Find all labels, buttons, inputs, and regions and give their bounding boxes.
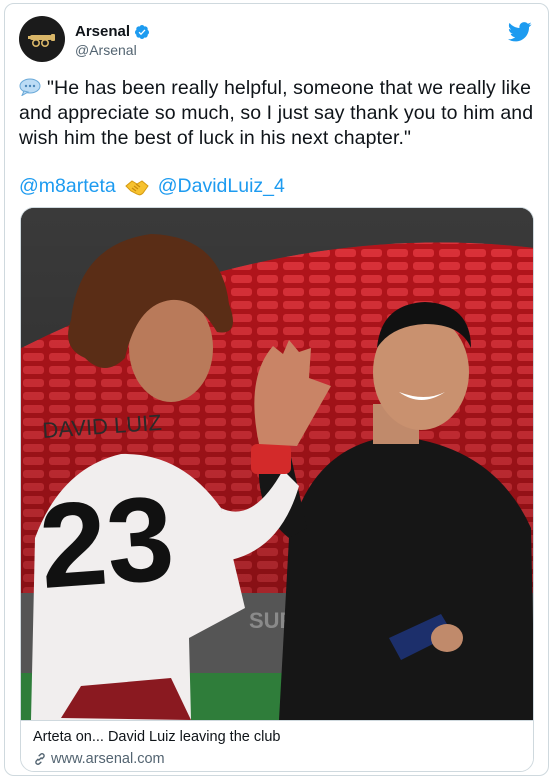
card-photo[interactable]: SUPP DAVID LUIZ 23 xyxy=(21,208,534,720)
speech-balloon-icon xyxy=(19,78,41,96)
card-domain-row: www.arsenal.com xyxy=(33,751,523,767)
avatar[interactable] xyxy=(19,16,65,62)
tweet-card[interactable]: Arsenal @Arsenal "He has been really hel… xyxy=(4,3,549,776)
handshake-icon xyxy=(125,179,149,195)
mentions-row: @m8arteta @DavidLuiz_4 xyxy=(19,175,285,198)
tweet-header: Arsenal @Arsenal xyxy=(19,16,534,64)
card-footer[interactable]: Arteta on... David Luiz leaving the club… xyxy=(21,720,533,771)
card-title[interactable]: Arteta on... David Luiz leaving the club xyxy=(33,729,523,745)
cannon-logo-icon xyxy=(28,34,55,47)
tweet-text-block: "He has been really helpful, someone tha… xyxy=(19,76,539,151)
verified-badge-icon xyxy=(135,24,150,39)
twitter-bird-icon[interactable] xyxy=(508,22,532,42)
link-icon xyxy=(35,753,45,765)
mention-davidluiz[interactable]: @DavidLuiz_4 xyxy=(158,175,285,198)
tweet-text: "He has been really helpful, someone tha… xyxy=(19,77,534,149)
link-card[interactable]: SUPP DAVID LUIZ 23 Arteta on... David Lu… xyxy=(20,207,534,772)
display-name[interactable]: Arsenal xyxy=(75,23,130,40)
handle[interactable]: @Arsenal xyxy=(75,42,150,58)
mention-m8arteta[interactable]: @m8arteta xyxy=(19,175,116,198)
jersey-number: 23 xyxy=(35,471,178,614)
card-domain[interactable]: www.arsenal.com xyxy=(51,751,165,767)
